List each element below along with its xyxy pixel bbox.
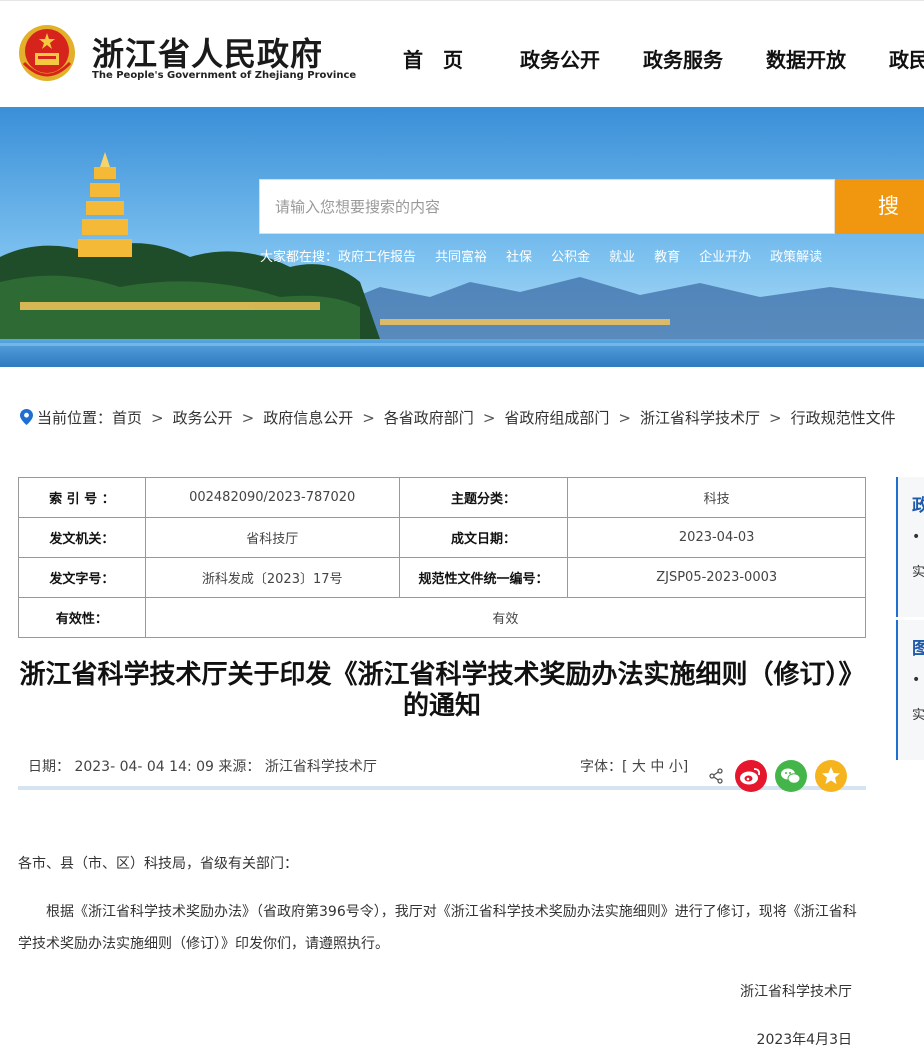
code-value: ZJSP05-2023-0003 [567, 557, 866, 598]
date-value: 2023-04-03 [567, 517, 866, 558]
sidebar-link[interactable]: 实 [912, 561, 924, 580]
banner [0, 107, 924, 367]
hot-search-item[interactable]: 教育 [654, 250, 680, 265]
weibo-icon [740, 768, 761, 785]
search-button[interactable]: 搜 索 [835, 179, 924, 234]
breadcrumb-separator: > [769, 409, 782, 427]
hot-search-item[interactable]: 社保 [506, 250, 532, 265]
breadcrumb-lead: 当前位置： [37, 409, 113, 427]
nav-gov-affairs-open[interactable]: 政务公开 [520, 44, 600, 73]
search-input[interactable]: 请输入您想要搜索的内容 [259, 179, 835, 234]
breadcrumb-item[interactable]: 政务公开 [173, 409, 233, 427]
hot-search-item[interactable]: 共同富裕 [435, 250, 487, 265]
salutation: 各市、县（市、区）科技局，省级有关部门： [18, 856, 298, 872]
nav-home[interactable]: 首 页 [403, 44, 463, 73]
topic-value: 科技 [567, 477, 866, 518]
hot-search-item[interactable]: 就业 [609, 250, 635, 265]
date-label: 成文日期： [398, 517, 569, 558]
breadcrumb-separator: > [482, 409, 496, 427]
bullet: • [912, 529, 921, 545]
table-row: 索 引 号 ： 002482090/2023-787020 主题分类： 科技 [18, 477, 866, 518]
west-lake-banner-image [0, 107, 924, 367]
docno-value: 浙科发成〔2023〕17号 [144, 557, 400, 598]
main-nav: 首 页 政务公开 政务服务 数据开放 政民 [0, 44, 924, 74]
favorite-button[interactable] [815, 760, 847, 792]
font-size-control[interactable]: 字体：[ 大 中 小] [580, 756, 688, 776]
breadcrumb-item[interactable]: 首页 [112, 409, 142, 427]
sidebar-box-policy: 政 • 实 [896, 477, 924, 617]
location-pin-icon [20, 409, 33, 425]
site-header: 浙江省人民政府 The People's Government of Zheji… [0, 0, 924, 107]
issuer-label: 发文机关： [18, 517, 146, 558]
breadcrumb-item[interactable]: 政府信息公开 [263, 409, 353, 427]
document-title: 浙江省科学技术厅关于印发《浙江省科学技术奖励办法实施细则（修订）》的通知 [19, 660, 865, 721]
sign-date: 2023年4月3日 [756, 1032, 852, 1048]
breadcrumb-separator: > [151, 409, 164, 427]
nav-interaction[interactable]: 政民 [889, 44, 924, 73]
share-icon[interactable] [708, 768, 724, 784]
article-info-bar: 日期： 2023- 04- 04 14: 09 来源： 浙江省科学技术厅 字体：… [18, 748, 866, 792]
breadcrumb: 当前位置：首页 > 政务公开 > 政府信息公开 > 各省政府部门 > 省政府组成部门 > 浙江省科学… [20, 407, 896, 428]
code-label: 规范性文件统一编号： [398, 557, 569, 598]
breadcrumb-item[interactable]: 省政府组成部门 [504, 409, 609, 427]
sidebar-box-graphic: 图 • 实 [896, 620, 924, 760]
docno-label: 发文字号： [18, 557, 146, 598]
signer: 浙江省科学技术厅 [740, 984, 852, 1000]
nav-gov-services[interactable]: 政务服务 [643, 44, 723, 73]
sidebar-box-title[interactable]: 政 [912, 491, 924, 516]
breadcrumb-separator: > [618, 409, 631, 427]
star-icon [822, 767, 840, 784]
hot-searches: 大家都在搜：政府工作报告 共同富裕 社保 公积金 就业 教育 企业开办 政策解读 [260, 246, 841, 265]
index-label: 索 引 号 ： [18, 477, 146, 518]
body-paragraph: 根据《浙江省科学技术奖励办法》（省政府第396号令），我厅对《浙江省科学技术奖励… [18, 904, 857, 952]
breadcrumb-item[interactable]: 行政规范性文件 [791, 409, 896, 427]
hot-search-item[interactable]: 企业开办 [699, 250, 751, 265]
hot-search-item[interactable]: 公积金 [551, 250, 590, 265]
index-value: 002482090/2023-787020 [144, 477, 400, 518]
validity-label: 有效性： [18, 597, 146, 638]
sidebar-box-title[interactable]: 图 [912, 634, 924, 659]
hot-search-item[interactable]: 政策解读 [770, 250, 822, 265]
validity-value: 有效 [144, 597, 867, 638]
sidebar-link[interactable]: 实 [912, 704, 924, 723]
nav-data-open[interactable]: 数据开放 [766, 44, 846, 73]
table-row: 发文字号： 浙科发成〔2023〕17号 规范性文件统一编号： ZJSP05-20… [18, 557, 866, 598]
breadcrumb-separator: > [362, 409, 375, 427]
hot-search-lead: 大家都在搜： [260, 250, 339, 265]
document-meta-table: 索 引 号 ： 002482090/2023-787020 主题分类： 科技 发… [18, 477, 867, 638]
wechat-share-button[interactable] [775, 760, 807, 792]
article-date-source: 日期： 2023- 04- 04 14: 09 来源： 浙江省科学技术厅 [28, 759, 377, 775]
hot-search-item[interactable]: 政府工作报告 [338, 250, 416, 265]
table-row: 发文机关： 省科技厅 成文日期： 2023-04-03 [18, 517, 866, 558]
wechat-icon [781, 768, 801, 784]
issuer-value: 省科技厅 [144, 517, 400, 558]
breadcrumb-item[interactable]: 各省政府部门 [384, 409, 474, 427]
weibo-share-button[interactable] [735, 760, 767, 792]
topic-label: 主题分类： [398, 477, 569, 518]
breadcrumb-separator: > [241, 409, 255, 427]
table-row: 有效性： 有效 [18, 597, 867, 638]
bullet: • [912, 672, 921, 688]
breadcrumb-item[interactable]: 浙江省科学技术厅 [640, 409, 760, 427]
